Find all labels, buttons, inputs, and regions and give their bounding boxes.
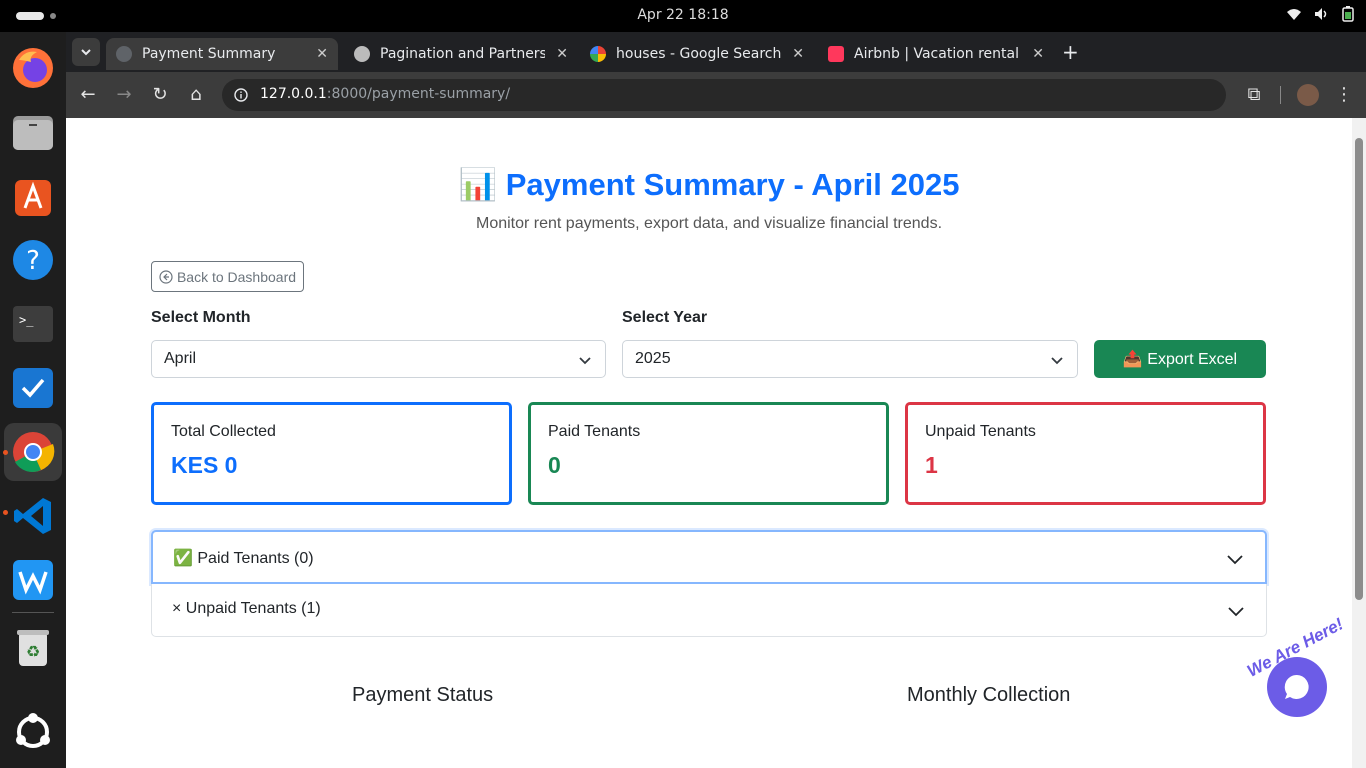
tab-label: Payment Summary bbox=[142, 46, 276, 62]
trash-icon[interactable]: ♻ bbox=[9, 624, 57, 672]
chrome-icon[interactable] bbox=[4, 423, 62, 481]
card-value: KES 0 bbox=[171, 452, 238, 478]
system-clock[interactable]: Apr 22 18:18 bbox=[0, 7, 1366, 23]
firefox-icon[interactable] bbox=[9, 44, 57, 92]
tab-label: Pagination and Partners bbox=[380, 46, 545, 62]
toolbar-divider bbox=[1280, 86, 1281, 104]
url-host: 127.0.0.1 bbox=[260, 86, 327, 102]
svg-text:>_: >_ bbox=[19, 313, 34, 327]
chevron-down-icon bbox=[579, 357, 591, 365]
wifi-icon bbox=[1287, 9, 1301, 20]
vscode-running-indicator bbox=[3, 510, 8, 515]
svg-text:♻: ♻ bbox=[26, 642, 40, 661]
accordion-label: × Unpaid Tenants (1) bbox=[172, 600, 321, 617]
reload-icon[interactable]: ↻ bbox=[149, 84, 171, 106]
card-label: Unpaid Tenants bbox=[925, 423, 1036, 440]
menu-kebab-icon[interactable]: ⋮ bbox=[1333, 84, 1355, 106]
react-icon bbox=[354, 46, 370, 62]
chevron-down-icon bbox=[81, 49, 91, 56]
url-path: :8000/payment-summary/ bbox=[326, 86, 511, 102]
address-bar[interactable]: 127.0.0.1:8000/payment-summary/ bbox=[222, 79, 1226, 111]
volume-icon bbox=[1315, 8, 1327, 20]
svg-text:?: ? bbox=[26, 246, 40, 276]
chevron-down-icon bbox=[1051, 357, 1063, 365]
scrollbar-thumb[interactable] bbox=[1355, 138, 1363, 600]
month-select[interactable]: April bbox=[151, 340, 606, 378]
card-value: 0 bbox=[548, 452, 561, 478]
site-info-icon[interactable] bbox=[234, 88, 248, 102]
app-center-icon[interactable] bbox=[9, 172, 57, 220]
tab-label: Airbnb | Vacation rentals bbox=[854, 46, 1019, 62]
card-label: Paid Tenants bbox=[548, 423, 641, 440]
system-tray[interactable] bbox=[1286, 6, 1354, 22]
chevron-down-icon bbox=[1227, 555, 1243, 565]
year-select[interactable]: 2025 bbox=[622, 340, 1078, 378]
tab-airbnb[interactable]: Airbnb | Vacation rentals ✕ bbox=[822, 38, 1054, 70]
page-content: 📊 Payment Summary - April 2025 Monitor r… bbox=[66, 118, 1352, 768]
paid-tenants-card: Paid Tenants 0 bbox=[528, 402, 889, 505]
close-icon[interactable]: ✕ bbox=[556, 46, 568, 62]
profile-avatar[interactable] bbox=[1297, 84, 1319, 106]
home-icon[interactable]: ⌂ bbox=[185, 84, 207, 106]
wps-office-icon[interactable] bbox=[9, 556, 57, 604]
payment-status-heading: Payment Status bbox=[352, 684, 494, 706]
card-label: Total Collected bbox=[171, 423, 276, 440]
google-icon bbox=[590, 46, 606, 62]
close-icon[interactable]: ✕ bbox=[792, 46, 804, 62]
export-button-label: 📤 Export Excel bbox=[1122, 351, 1238, 368]
month-select-value: April bbox=[164, 350, 197, 367]
total-collected-card: Total Collected KES 0 bbox=[151, 402, 512, 505]
close-icon[interactable]: ✕ bbox=[316, 46, 328, 62]
chat-bubble-icon bbox=[1284, 674, 1309, 699]
back-button-label: Back to Dashboard bbox=[176, 268, 297, 285]
forward-icon[interactable]: → bbox=[113, 84, 135, 106]
arrow-left-circle-icon bbox=[159, 269, 173, 284]
tab-pagination[interactable]: Pagination and Partners ✕ bbox=[346, 38, 578, 70]
page-title: 📊 Payment Summary - April 2025 bbox=[458, 167, 960, 202]
export-excel-button[interactable]: 📤 Export Excel bbox=[1094, 340, 1266, 378]
airbnb-icon bbox=[828, 46, 844, 62]
globe-icon bbox=[116, 46, 132, 62]
card-value: 1 bbox=[925, 452, 938, 478]
back-icon[interactable]: ← bbox=[77, 84, 99, 106]
battery-icon bbox=[1342, 6, 1354, 22]
tab-payment-summary[interactable]: Payment Summary ✕ bbox=[106, 38, 338, 70]
accordion-paid-tenants[interactable]: ✅ Paid Tenants (0) bbox=[151, 530, 1267, 584]
dock-divider bbox=[12, 612, 54, 613]
dock: ? >_ ♻ bbox=[0, 32, 66, 768]
accordion-unpaid-tenants[interactable]: × Unpaid Tenants (1) bbox=[151, 584, 1267, 637]
tasks-icon[interactable] bbox=[9, 364, 57, 412]
page-subtitle: Monitor rent payments, export data, and … bbox=[475, 215, 943, 232]
tab-search-button[interactable] bbox=[72, 38, 100, 66]
back-to-dashboard-button[interactable]: Back to Dashboard bbox=[151, 261, 304, 292]
tab-google-search[interactable]: houses - Google Search ✕ bbox=[584, 38, 814, 70]
system-top-bar: Apr 22 18:18 bbox=[0, 0, 1366, 32]
monthly-collection-heading: Monthly Collection bbox=[907, 684, 1071, 706]
page-scrollbar[interactable] bbox=[1352, 118, 1366, 768]
chat-widget-button[interactable] bbox=[1267, 657, 1327, 717]
terminal-icon[interactable]: >_ bbox=[9, 300, 57, 348]
chrome-running-indicator bbox=[3, 450, 8, 455]
url-text: 127.0.0.1:8000/payment-summary/ bbox=[260, 86, 510, 102]
close-icon[interactable]: ✕ bbox=[1032, 46, 1044, 62]
unpaid-tenants-card: Unpaid Tenants 1 bbox=[905, 402, 1266, 505]
vscode-icon[interactable] bbox=[9, 492, 57, 540]
month-label: Select Month bbox=[151, 309, 251, 326]
extensions-icon[interactable]: ⧉ bbox=[1243, 84, 1265, 106]
year-label: Select Year bbox=[622, 309, 708, 326]
chevron-down-icon bbox=[1228, 607, 1244, 617]
accordion-label: ✅ Paid Tenants (0) bbox=[173, 550, 314, 567]
new-tab-button[interactable]: + bbox=[1062, 40, 1079, 64]
tab-label: houses - Google Search bbox=[616, 46, 782, 62]
show-apps-icon[interactable] bbox=[9, 708, 57, 756]
help-icon[interactable]: ? bbox=[9, 236, 57, 284]
year-select-value: 2025 bbox=[635, 350, 671, 367]
files-icon[interactable] bbox=[9, 108, 57, 156]
